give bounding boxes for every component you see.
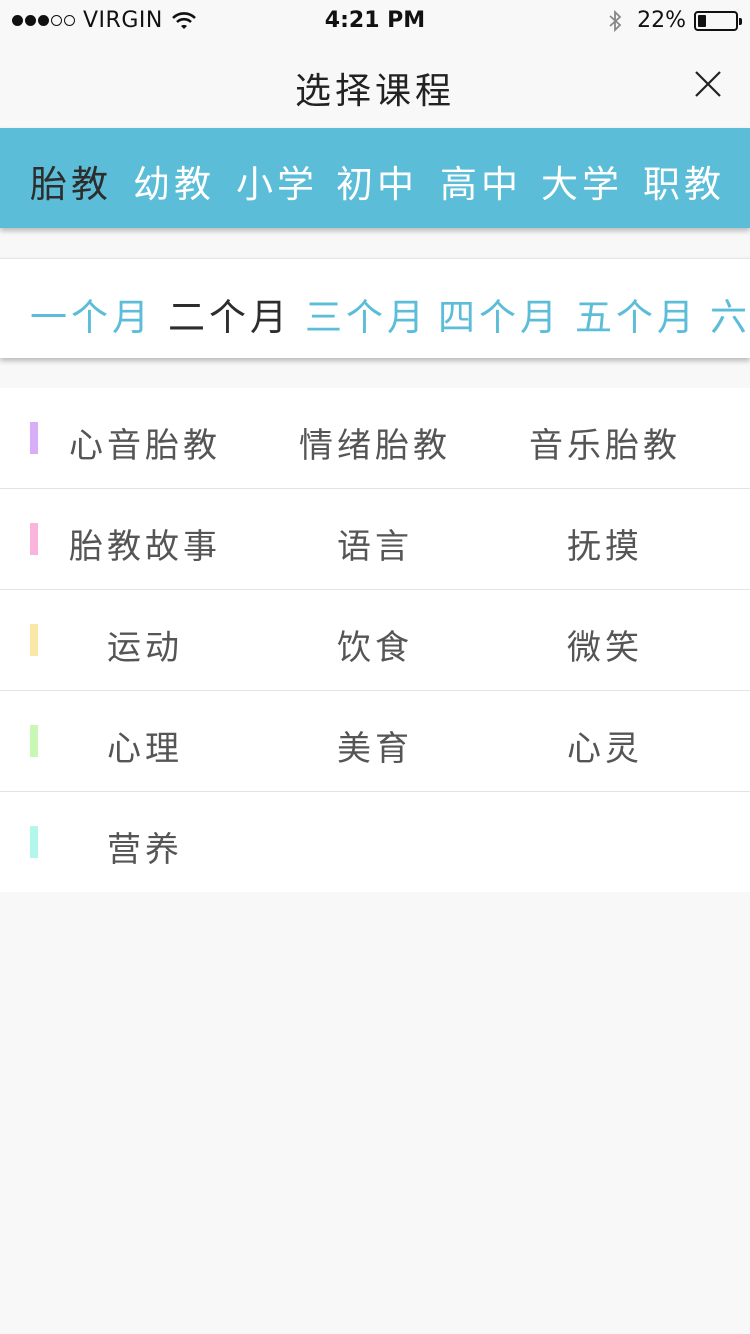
level-tab[interactable]: 幼教 [133, 154, 215, 208]
close-icon[interactable] [692, 68, 724, 100]
month-tab[interactable]: 五个月 [575, 287, 698, 341]
row-color-marker [30, 422, 38, 454]
level-tab[interactable]: 小学 [236, 154, 318, 208]
bluetooth-icon [609, 9, 622, 32]
level-tab[interactable]: 大学 [541, 154, 623, 208]
course-item[interactable]: 心灵 [500, 721, 710, 770]
month-tab[interactable]: 六 [710, 287, 750, 341]
row-color-marker [30, 826, 38, 858]
month-tab[interactable]: 二个月 [168, 287, 291, 341]
course-row: 营养 [0, 792, 750, 892]
page-title: 选择课程 [294, 71, 455, 112]
level-tab[interactable]: 胎教 [30, 154, 112, 208]
course-item[interactable]: 情绪胎教 [270, 418, 480, 467]
month-tab[interactable]: 一个月 [30, 287, 153, 341]
course-item[interactable]: 运动 [40, 620, 250, 669]
level-tab[interactable]: 初中 [336, 154, 418, 208]
course-row: 心音胎教 情绪胎教 音乐胎教 [0, 388, 750, 489]
level-tab[interactable]: 职教 [643, 154, 725, 208]
course-item[interactable]: 抚摸 [500, 519, 710, 568]
course-item[interactable]: 音乐胎教 [500, 418, 710, 467]
course-item[interactable]: 微笑 [500, 620, 710, 669]
course-grid: 心音胎教 情绪胎教 音乐胎教 胎教故事 语言 抚摸 运动 饮食 微笑 心理 美育… [0, 388, 750, 892]
course-item[interactable]: 心理 [40, 721, 250, 770]
course-item[interactable]: 美育 [270, 721, 480, 770]
row-color-marker [30, 725, 38, 757]
course-row: 胎教故事 语言 抚摸 [0, 489, 750, 590]
nav-bar: 选择课程 [0, 40, 750, 128]
level-tab-bar: 胎教 幼教 小学 初中 高中 大学 职教 [0, 128, 750, 228]
course-row: 运动 饮食 微笑 [0, 590, 750, 691]
course-item[interactable]: 营养 [40, 822, 250, 871]
month-tab-bar: 一个月 二个月 三个月 四个月 五个月 六 [0, 258, 750, 358]
status-bar: VIRGIN 4:21 PM 22% [0, 0, 750, 40]
row-color-marker [30, 624, 38, 656]
course-item[interactable]: 饮食 [270, 620, 480, 669]
battery-percent: 22% [637, 8, 686, 33]
month-tab[interactable]: 三个月 [305, 287, 428, 341]
month-tab[interactable]: 四个月 [438, 287, 561, 341]
battery-fill [698, 14, 706, 27]
battery-icon [694, 10, 742, 31]
course-row: 心理 美育 心灵 [0, 691, 750, 792]
course-item[interactable]: 语言 [270, 519, 480, 568]
status-bar-right: 22% [607, 8, 742, 33]
course-item[interactable]: 胎教故事 [40, 519, 250, 568]
course-item[interactable]: 心音胎教 [40, 418, 250, 467]
level-tab[interactable]: 高中 [440, 154, 522, 208]
row-color-marker [30, 523, 38, 555]
